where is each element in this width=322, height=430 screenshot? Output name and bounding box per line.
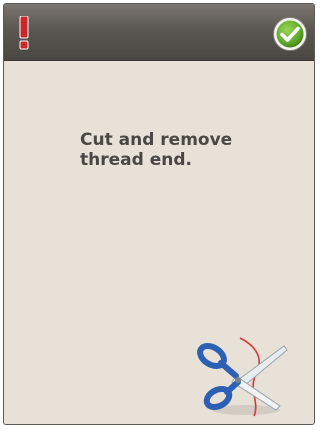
popup-dialog: Cut and remove thread end.	[3, 3, 315, 425]
instruction-message: Cut and remove thread end.	[80, 130, 233, 170]
dialog-header	[4, 4, 314, 61]
exclamation-icon	[19, 16, 29, 50]
scissors-icon	[197, 337, 288, 417]
confirm-button[interactable]	[272, 16, 308, 52]
